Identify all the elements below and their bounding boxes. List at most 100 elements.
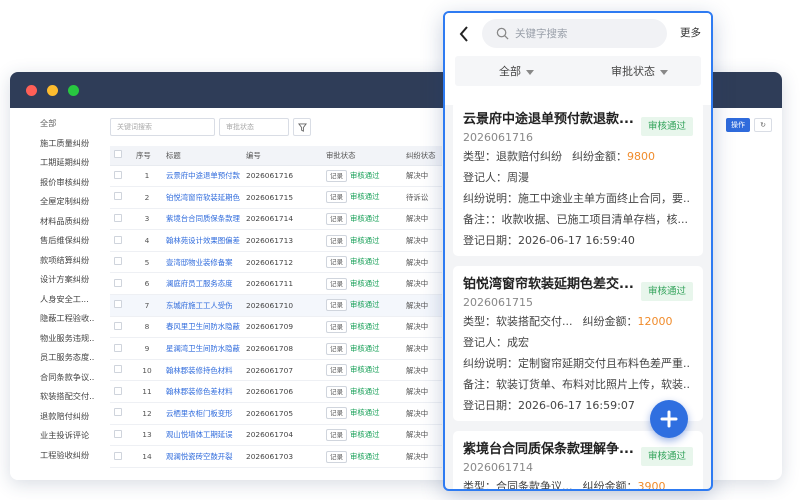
row-select-cell[interactable] — [110, 359, 132, 382]
dispute-card[interactable]: 紫境台合同质保条款理解争... 2026061714 审核通过 类型：合同条款争… — [453, 431, 703, 489]
row-select-cell[interactable] — [110, 337, 132, 360]
row-title-link[interactable]: 紫境台合同质保条款理 — [166, 213, 242, 224]
table-row[interactable]: 10 翰林郡装修持色材料 2026061707 记录 审核通过 解决中 — [110, 359, 442, 382]
row-title-link[interactable]: 铂悦湾窗帘软装延期色 — [166, 192, 242, 203]
row-select-cell[interactable] — [110, 165, 132, 188]
row-title-link[interactable]: 翰林苑设计效果图偏差 — [166, 235, 242, 246]
table-row[interactable]: 2 铂悦湾窗帘软装延期色 2026061715 记录 审核通过 待诉讼 — [110, 186, 442, 209]
row-title-cell[interactable]: 紫境台合同质保条款理 — [162, 208, 242, 231]
row-select-cell[interactable] — [110, 380, 132, 404]
row-title-cell[interactable]: 春风里卫生间防水隐蔽 — [162, 316, 242, 339]
table-row[interactable]: 9 星澜湾卫生间防水隐蔽 2026061708 记录 审核通过 解决中 — [110, 337, 442, 360]
mobile-search-input[interactable]: 关键字搜索 — [482, 19, 667, 48]
record-button[interactable]: 记录 — [326, 299, 347, 312]
row-title-cell[interactable]: 云栖里衣柜门板变形 — [162, 402, 242, 425]
add-button[interactable] — [650, 400, 688, 438]
row-select-cell[interactable] — [110, 186, 132, 209]
sidebar-category-item[interactable]: 售后维保纠纷 — [10, 231, 94, 251]
sidebar-category-item[interactable]: 人身安全工... — [10, 290, 94, 310]
row-select-cell[interactable] — [110, 294, 132, 317]
sidebar-category-item[interactable]: 全部 — [10, 114, 94, 134]
table-row[interactable]: 4 翰林苑设计效果图偏差 2026061713 记录 审核通过 解决中 — [110, 229, 442, 252]
filter-all-dropdown[interactable]: 全部 — [455, 63, 578, 79]
maximize-window-button[interactable] — [68, 84, 79, 96]
record-button[interactable]: 记录 — [326, 234, 347, 247]
row-title-cell[interactable]: 观澜悦瓷砖空鼓开裂 — [162, 445, 242, 468]
sidebar-category-item[interactable]: 工期延期纠纷 — [10, 153, 94, 173]
row-checkbox[interactable] — [114, 170, 122, 179]
row-title-link[interactable]: 星澜湾卫生间防水隐蔽 — [166, 343, 242, 354]
row-title-cell[interactable]: 翰林郡装修色差材料 — [162, 380, 242, 404]
row-checkbox[interactable] — [114, 386, 122, 395]
record-button[interactable]: 记录 — [326, 169, 347, 182]
record-button[interactable]: 记录 — [326, 364, 347, 377]
sidebar-category-item[interactable]: 施工质量纠纷 — [10, 134, 94, 154]
sidebar-category-item[interactable]: 工程验收纠纷 — [10, 446, 94, 466]
sidebar-category-item[interactable]: 业主投诉评论 — [10, 426, 94, 446]
table-row[interactable]: 7 东城府施工工人受伤 2026061710 记录 审核通过 解决中 — [110, 294, 442, 317]
row-checkbox[interactable] — [114, 408, 122, 417]
more-button[interactable]: 更多 — [680, 25, 701, 40]
table-row[interactable]: 3 紫境台合同质保条款理 2026061714 记录 审核通过 解决中 — [110, 208, 442, 231]
record-button[interactable]: 记录 — [326, 277, 347, 290]
sidebar-category-item[interactable]: 软装搭配交付... — [10, 387, 94, 407]
row-title-link[interactable]: 云景府中途退单预付款 — [166, 170, 242, 181]
row-checkbox[interactable] — [114, 213, 122, 222]
row-select-cell[interactable] — [110, 402, 132, 425]
sidebar-category-item[interactable]: 报价审核纠纷 — [10, 173, 94, 193]
row-select-cell[interactable] — [110, 272, 132, 296]
row-title-link[interactable]: 云栖里衣柜门板变形 — [166, 408, 242, 419]
sidebar-category-item[interactable]: 物业服务违规... — [10, 329, 94, 349]
row-title-cell[interactable]: 翰林郡装修持色材料 — [162, 359, 242, 382]
row-checkbox[interactable] — [114, 300, 122, 309]
row-checkbox[interactable] — [114, 451, 122, 460]
row-title-cell[interactable]: 星澜湾卫生间防水隐蔽 — [162, 337, 242, 360]
sidebar-category-item[interactable]: 款项结算纠纷 — [10, 251, 94, 271]
row-select-cell[interactable] — [110, 251, 132, 274]
row-title-link[interactable]: 观澜悦瓷砖空鼓开裂 — [166, 451, 242, 462]
row-title-cell[interactable]: 观山悦墙体工期延误 — [162, 424, 242, 447]
record-button[interactable]: 记录 — [326, 450, 347, 463]
table-row[interactable]: 1 云景府中途退单预付款 2026061716 记录 审核通过 解决中 — [110, 165, 442, 188]
record-button[interactable]: 记录 — [326, 212, 347, 225]
sidebar-category-item[interactable]: 全屋定制纠纷 — [10, 192, 94, 212]
table-row[interactable]: 11 翰林郡装修色差材料 2026061706 记录 审核通过 解决中 — [110, 380, 442, 404]
minimize-window-button[interactable] — [47, 84, 58, 96]
row-checkbox[interactable] — [114, 278, 122, 287]
dispute-card[interactable]: 云景府中途退单预付款退款... 2026061716 审核通过 类型：退款赔付纠… — [453, 101, 703, 256]
row-title-cell[interactable]: 澜庭府员工服务态度 — [162, 272, 242, 296]
row-checkbox[interactable] — [114, 321, 122, 330]
row-title-link[interactable]: 翰林郡装修持色材料 — [166, 365, 242, 376]
table-row[interactable]: 13 观山悦墙体工期延误 2026061704 记录 审核通过 解决中 — [110, 424, 442, 447]
record-button[interactable]: 记录 — [326, 385, 347, 398]
desktop-search-input[interactable]: 关键词搜索 — [110, 118, 215, 136]
sidebar-category-item[interactable]: 设计方案纠纷 — [10, 270, 94, 290]
sidebar-category-item[interactable]: 材料品质纠纷 — [10, 212, 94, 232]
sidebar-category-item[interactable]: 员工服务态度... — [10, 348, 94, 368]
sidebar-category-item[interactable]: 隐蔽工程验收... — [10, 309, 94, 329]
row-checkbox[interactable] — [114, 235, 122, 244]
row-checkbox[interactable] — [114, 257, 122, 266]
row-select-cell[interactable] — [110, 208, 132, 231]
row-title-link[interactable]: 澜庭府员工服务态度 — [166, 278, 242, 289]
record-button[interactable]: 记录 — [326, 320, 347, 333]
back-arrow-icon[interactable] — [459, 23, 469, 47]
row-title-link[interactable]: 春风里卫生间防水隐蔽 — [166, 321, 242, 332]
row-title-link[interactable]: 翰林郡装修色差材料 — [166, 386, 242, 397]
table-row[interactable]: 6 澜庭府员工服务态度 2026061711 记录 审核通过 解决中 — [110, 272, 442, 296]
desktop-status-select[interactable]: 审批状态 — [219, 118, 289, 136]
row-title-cell[interactable]: 壹湾邸物业装修备案 — [162, 251, 242, 274]
sidebar-category-item[interactable]: 退款赔付纠纷 — [10, 407, 94, 427]
table-row[interactable]: 14 观澜悦瓷砖空鼓开裂 2026061703 记录 审核通过 解决中 — [110, 445, 442, 468]
close-window-button[interactable] — [26, 84, 37, 96]
filter-icon[interactable] — [293, 118, 311, 136]
row-title-link[interactable]: 壹湾邸物业装修备案 — [166, 257, 242, 268]
row-checkbox[interactable] — [114, 343, 122, 352]
dispute-card[interactable]: 铂悦湾窗帘软装延期色差交... 2026061715 审核通过 类型：软装搭配交… — [453, 266, 703, 421]
operation-button[interactable]: 操作 — [726, 118, 750, 132]
refresh-icon[interactable]: ↻ — [754, 118, 772, 132]
record-button[interactable]: 记录 — [326, 256, 347, 269]
row-title-link[interactable]: 观山悦墙体工期延误 — [166, 429, 242, 440]
row-checkbox[interactable] — [114, 192, 122, 201]
row-checkbox[interactable] — [114, 429, 122, 438]
